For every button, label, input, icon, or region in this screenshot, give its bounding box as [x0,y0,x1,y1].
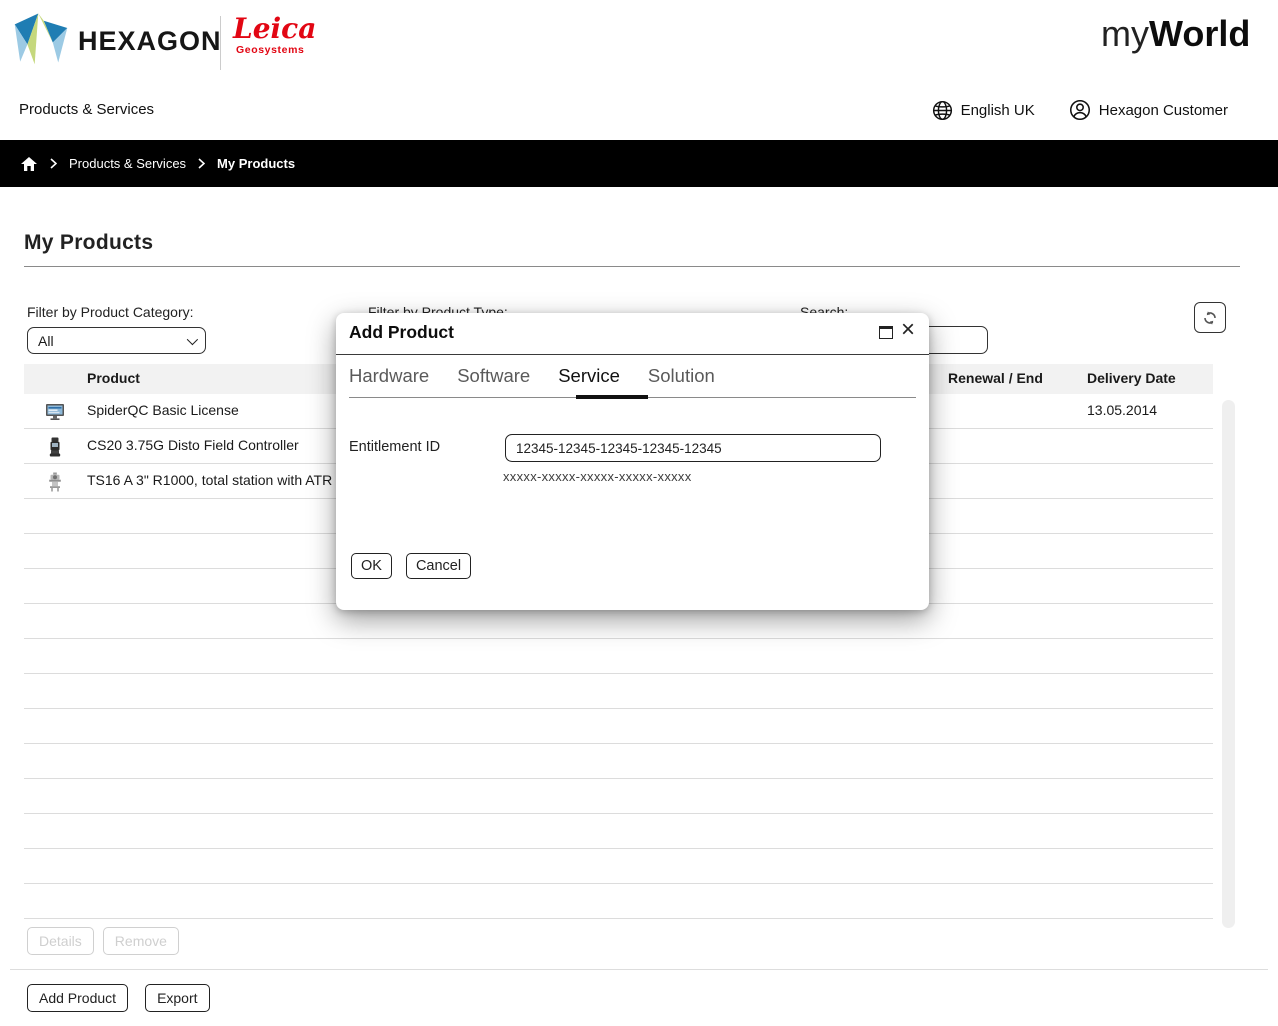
table-row[interactable] [24,814,1213,849]
filter-category-label: Filter by Product Category: [27,304,194,320]
delivery-date-value: 13.05.2014 [1087,402,1157,418]
breadcrumb-my-products: My Products [217,156,295,171]
column-header-renewal[interactable]: Renewal / End [948,370,1043,386]
controller-icon [44,436,66,458]
leica-brand-text: Leica [233,14,316,44]
category-select-value: All [38,333,54,349]
tab-service[interactable]: Service [558,365,620,398]
add-product-dialog: Add Product × Hardware Software Service … [336,313,929,610]
page-title: My Products [24,231,153,255]
tab-solution[interactable]: Solution [648,365,715,398]
table-row[interactable] [24,639,1213,674]
close-icon[interactable]: × [901,315,915,345]
product-name: SpiderQC Basic License [87,402,239,418]
leica-sub-text: Geosystems [233,44,316,56]
tab-hardware[interactable]: Hardware [349,365,429,398]
table-row[interactable] [24,674,1213,709]
leica-logo: Leica Geosystems [233,14,316,56]
active-tab-indicator [576,395,648,399]
product-name: TS16 A 3" R1000, total station with ATR [87,472,332,488]
refresh-button[interactable] [1194,302,1226,333]
language-label: English UK [961,102,1035,119]
nav-products-services[interactable]: Products & Services [19,101,154,118]
table-row[interactable] [24,709,1213,744]
monitor-icon [44,401,66,423]
entitlement-id-input[interactable] [505,434,881,462]
brand-divider [220,16,221,70]
hexagon-brand-text: HEXAGON [78,26,222,57]
category-select[interactable]: All [27,327,206,354]
chevron-down-icon [187,333,198,344]
user-icon [1069,99,1091,121]
remove-button[interactable]: Remove [103,927,179,955]
table-row[interactable] [24,849,1213,884]
product-name: CS20 3.75G Disto Field Controller [87,437,299,453]
user-label: Hexagon Customer [1099,102,1228,119]
column-header-delivery[interactable]: Delivery Date [1087,370,1176,386]
myworld-logo: myWorld [1101,14,1250,54]
footer-actions: Add Product Export [27,984,210,1012]
language-selector[interactable]: English UK [932,100,1035,121]
cancel-button[interactable]: Cancel [406,553,471,579]
footer-divider [10,969,1268,970]
home-icon[interactable] [20,156,38,172]
total-station-icon [44,471,66,493]
hexagon-logo-icon [12,8,70,68]
myworld-light-text: my [1101,13,1149,54]
table-row[interactable] [24,779,1213,814]
myworld-bold-text: World [1149,13,1250,54]
breadcrumb-chevron-icon [198,158,205,169]
entitlement-id-label: Entitlement ID [349,439,440,455]
globe-icon [932,100,953,121]
maximize-icon[interactable] [879,326,893,339]
dialog-buttons: OK Cancel [351,553,471,579]
table-row[interactable] [24,884,1213,919]
export-button[interactable]: Export [145,984,209,1012]
dialog-tabs: Hardware Software Service Solution [349,365,715,398]
dialog-title: Add Product [349,322,454,343]
tab-software[interactable]: Software [457,365,530,398]
breadcrumb-chevron-icon [50,158,57,169]
refresh-icon [1202,310,1218,326]
myworld-app: HEXAGON Leica Geosystems myWorld Product… [0,0,1278,1026]
table-scrollbar[interactable] [1222,400,1235,928]
breadcrumb-products-services[interactable]: Products & Services [69,156,186,171]
top-nav-right: English UK Hexagon Customer [932,99,1228,121]
add-product-button[interactable]: Add Product [27,984,128,1012]
user-menu[interactable]: Hexagon Customer [1069,99,1228,121]
row-actions: Details Remove [27,927,179,955]
title-divider [24,266,1240,267]
entitlement-id-hint: xxxxx-xxxxx-xxxxx-xxxxx-xxxxx [503,469,692,484]
table-row[interactable] [24,744,1213,779]
ok-button[interactable]: OK [351,553,392,579]
details-button[interactable]: Details [27,927,94,955]
breadcrumb: Products & Services My Products [0,140,1278,187]
dialog-title-divider [336,354,929,355]
column-header-product[interactable]: Product [87,370,140,386]
